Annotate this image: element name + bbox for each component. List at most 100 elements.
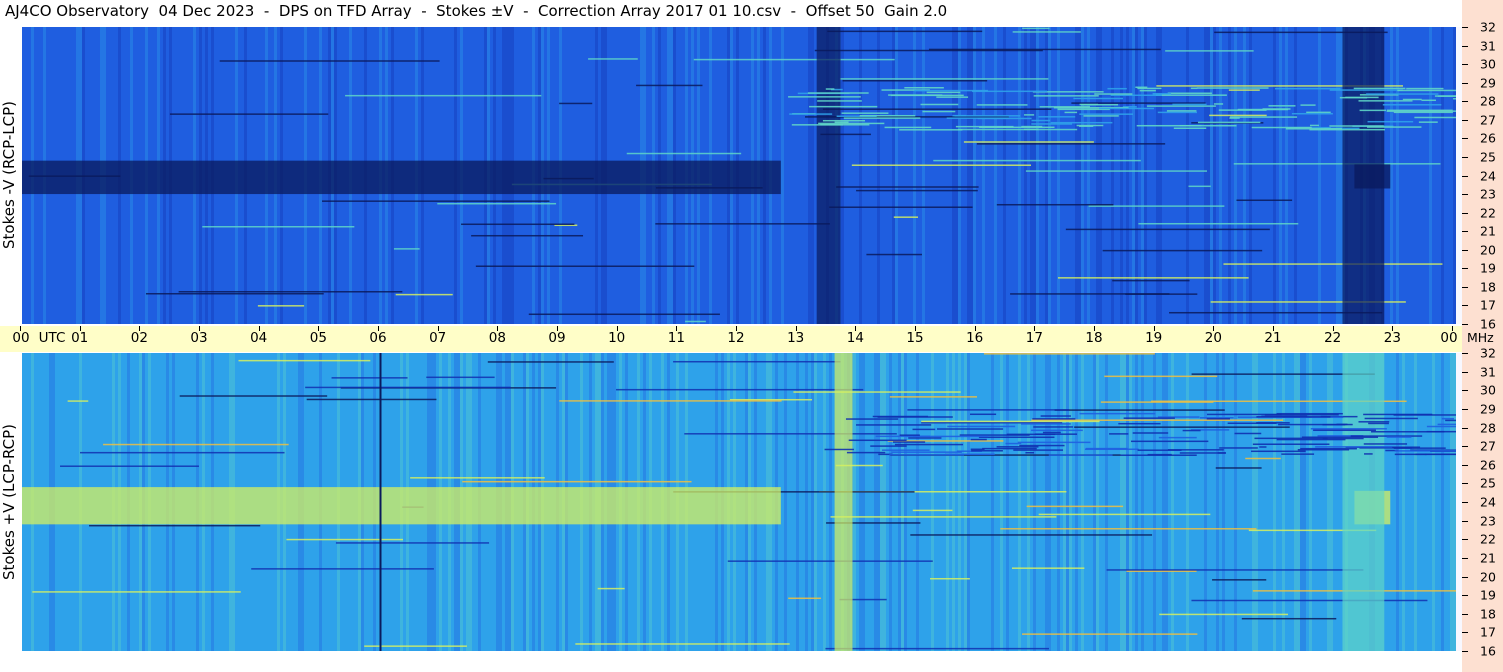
rfi-streak — [1011, 567, 1085, 569]
heatmap-texture-column — [1210, 27, 1213, 324]
heatmap-texture-column — [886, 27, 889, 324]
heatmap-texture-column — [931, 27, 934, 324]
rfi-streak — [1022, 27, 1050, 30]
heatmap-texture-column — [1090, 353, 1093, 651]
heatmap-texture-column — [781, 27, 784, 324]
rfi-streak — [976, 143, 1166, 145]
activity-streak — [1358, 421, 1390, 423]
frequency-tick-label: 28 — [1480, 420, 1496, 435]
heatmap-texture-column — [1189, 353, 1192, 651]
heatmap-texture-column — [1222, 353, 1225, 651]
heatmap-texture-column — [1396, 27, 1399, 324]
frequency-tick-label: 16 — [1480, 316, 1496, 332]
heatmap-texture-column — [1417, 27, 1420, 324]
top-spectrogram-heatmap — [22, 27, 1456, 324]
activity-streak — [899, 129, 963, 131]
heatmap-texture-column — [874, 27, 877, 324]
time-tick-label: 18 — [1085, 330, 1103, 346]
rfi-streak — [636, 84, 703, 87]
heatmap-texture-column — [961, 353, 964, 651]
activity-streak — [1367, 120, 1414, 123]
heatmap-texture-column — [928, 353, 931, 651]
activity-streak — [1079, 412, 1156, 415]
heatmap-texture-column — [982, 353, 985, 651]
heatmap-texture-column — [1453, 353, 1456, 651]
heatmap-texture-column — [1231, 353, 1234, 651]
activity-streak — [791, 124, 843, 126]
rfi-streak — [395, 293, 453, 296]
heatmap-texture-column — [1108, 353, 1111, 651]
heatmap-texture-column — [1009, 353, 1012, 651]
heatmap-texture-column — [919, 353, 922, 651]
frequency-tick-label: 25 — [1480, 149, 1496, 165]
heatmap-texture-column — [1057, 27, 1060, 324]
activity-streak — [1040, 415, 1071, 417]
rfi-streak — [1209, 114, 1267, 117]
activity-streak — [1155, 94, 1227, 96]
heatmap-texture-column — [1300, 353, 1303, 651]
activity-streak — [1310, 428, 1387, 430]
activity-streak — [841, 112, 889, 114]
activity-streak — [846, 451, 886, 454]
heatmap-texture-column — [1285, 353, 1288, 651]
activity-streak — [1173, 127, 1207, 129]
rfi-streak — [616, 388, 864, 391]
rfi-streak — [1236, 199, 1293, 202]
heatmap-texture-column — [1183, 27, 1186, 324]
frequency-tick-mark — [1462, 613, 1468, 615]
rfi-streak — [673, 360, 841, 363]
activity-streak — [1038, 116, 1076, 118]
rfi-streak — [685, 320, 706, 323]
heatmap-texture-column — [1048, 353, 1051, 651]
heatmap-texture-column — [898, 27, 901, 324]
rfi-streak — [928, 48, 1161, 51]
heatmap-texture-column — [1324, 27, 1327, 324]
frequency-tick-mark — [1462, 249, 1468, 251]
activity-streak — [1406, 87, 1444, 90]
time-tick-label: 00 — [1440, 330, 1458, 346]
heatmap-texture-column — [1252, 353, 1255, 651]
activity-streak — [889, 454, 964, 456]
heatmap-texture-column — [1063, 27, 1066, 324]
heatmap-texture-column — [1129, 27, 1132, 324]
rfi-streak — [67, 400, 89, 402]
heatmap-texture-column — [1240, 353, 1243, 651]
utc-unit-label: UTC — [38, 330, 66, 346]
heatmap-texture-column — [952, 27, 955, 324]
heatmap-texture-column — [1261, 27, 1264, 324]
heatmap-texture-column — [865, 353, 868, 651]
heatmap-texture-column — [1297, 27, 1300, 324]
heatmap-texture-column — [1444, 27, 1447, 324]
heatmap-texture-column — [952, 353, 955, 651]
rfi-streak — [1188, 185, 1211, 188]
heatmap-texture-column — [1318, 27, 1321, 324]
rfi-streak — [1000, 528, 1257, 530]
activity-streak — [970, 448, 985, 451]
frequency-tick-mark — [1462, 156, 1468, 158]
heatmap-texture-column — [1087, 353, 1090, 651]
heatmap-texture-column — [790, 353, 793, 651]
heatmap-texture-column — [997, 27, 1000, 324]
heatmap-texture-column — [1441, 353, 1444, 651]
heatmap-texture-column — [1270, 27, 1273, 324]
activity-streak — [1147, 453, 1172, 456]
heatmap-texture-column — [910, 353, 913, 651]
time-tick-label: 14 — [846, 330, 864, 346]
frequency-tick-label: 23 — [1480, 513, 1496, 529]
activity-streak — [976, 104, 1028, 106]
heatmap-texture-column — [787, 27, 790, 324]
heatmap-texture-column — [1123, 27, 1126, 324]
heatmap-texture-column — [1072, 27, 1075, 324]
activity-streak — [982, 447, 1037, 450]
rfi-streak — [178, 291, 403, 293]
rfi-streak — [487, 361, 614, 363]
activity-streak — [809, 105, 878, 108]
activity-streak — [1158, 436, 1197, 439]
heatmap-texture-column — [787, 353, 790, 651]
heatmap-texture-column — [1165, 27, 1168, 324]
heatmap-texture-column — [796, 27, 799, 324]
heatmap-texture-column — [1441, 27, 1444, 324]
activity-streak — [807, 92, 869, 94]
frequency-tick-label: 24 — [1480, 168, 1496, 183]
time-column — [834, 353, 853, 651]
